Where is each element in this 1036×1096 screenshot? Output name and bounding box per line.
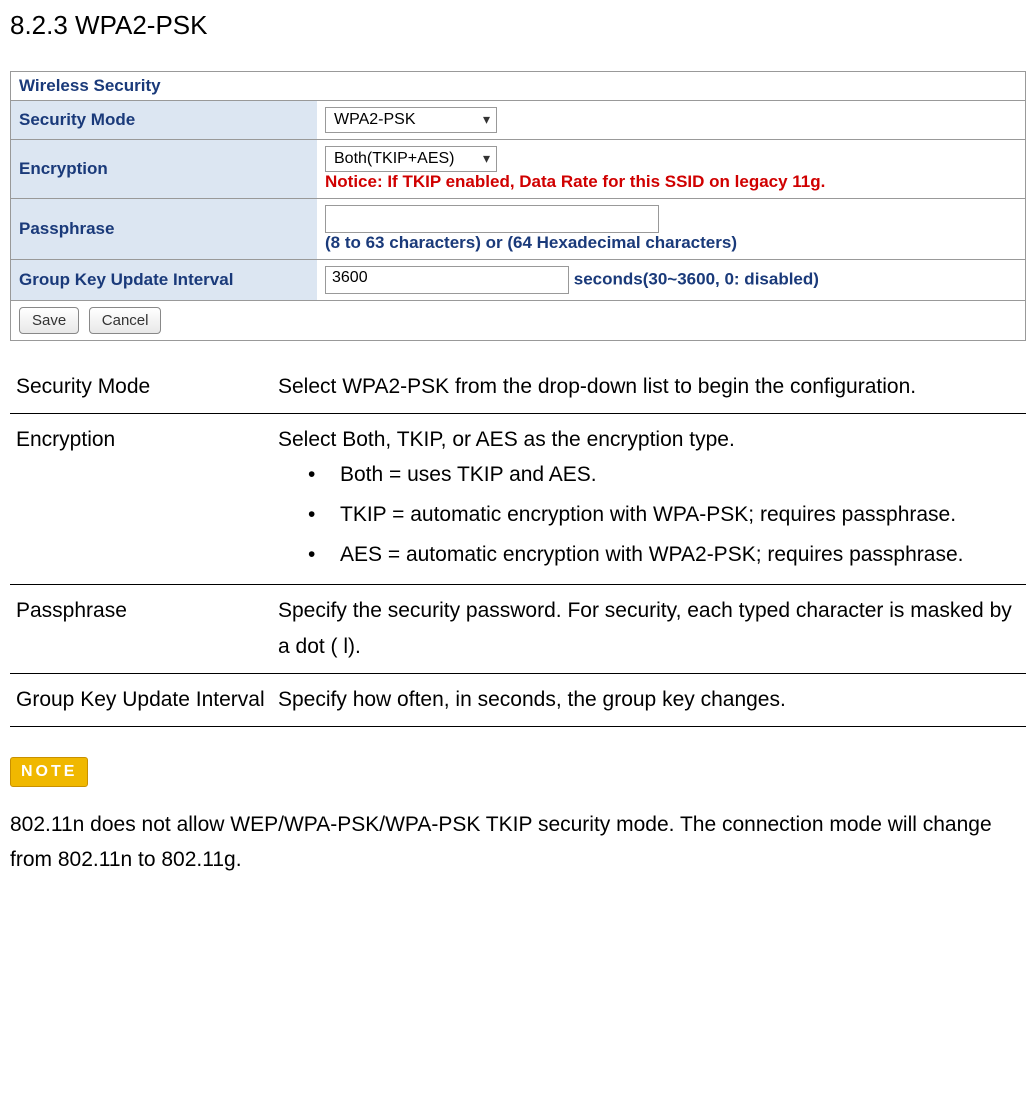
wireless-security-panel: Wireless Security Security Mode WPA2-PSK… [10, 71, 1026, 341]
group-key-suffix: seconds(30~3600, 0: disabled) [574, 269, 819, 288]
encryption-notice: Notice: If TKIP enabled, Data Rate for t… [325, 172, 825, 191]
desc-group-key-term: Group Key Update Interval [10, 673, 272, 726]
desc-group-key-text: Specify how often, in seconds, the group… [272, 673, 1026, 726]
passphrase-label: Passphrase [11, 199, 318, 260]
desc-encryption-list: Both = uses TKIP and AES. TKIP = automat… [278, 457, 1020, 572]
encryption-select[interactable]: Both(TKIP+AES) [325, 146, 497, 172]
list-item: AES = automatic encryption with WPA2-PSK… [278, 537, 1020, 573]
encryption-label: Encryption [11, 140, 318, 199]
note-badge: NOTE [10, 757, 88, 787]
note-text: 802.11n does not allow WEP/WPA-PSK/WPA-P… [10, 807, 1026, 878]
security-mode-label: Security Mode [11, 101, 318, 140]
desc-security-mode-term: Security Mode [10, 361, 272, 413]
save-button[interactable]: Save [19, 307, 79, 334]
cancel-button[interactable]: Cancel [89, 307, 162, 334]
group-key-label: Group Key Update Interval [11, 260, 318, 301]
passphrase-input[interactable] [325, 205, 659, 233]
list-item: TKIP = automatic encryption with WPA-PSK… [278, 497, 1020, 533]
description-table: Security Mode Select WPA2-PSK from the d… [10, 361, 1026, 727]
section-heading: 8.2.3 WPA2-PSK [10, 10, 1026, 41]
panel-title: Wireless Security [11, 72, 1026, 101]
desc-encryption-term: Encryption [10, 413, 272, 585]
list-item: Both = uses TKIP and AES. [278, 457, 1020, 493]
group-key-input[interactable]: 3600 [325, 266, 569, 294]
desc-passphrase-term: Passphrase [10, 585, 272, 673]
desc-encryption-text: Select Both, TKIP, or AES as the encrypt… [272, 413, 1026, 585]
passphrase-help: (8 to 63 characters) or (64 Hexadecimal … [325, 233, 737, 252]
desc-passphrase-text: Specify the security password. For secur… [272, 585, 1026, 673]
desc-encryption-intro: Select Both, TKIP, or AES as the encrypt… [278, 428, 735, 451]
desc-security-mode-text: Select WPA2-PSK from the drop-down list … [272, 361, 1026, 413]
security-mode-select[interactable]: WPA2-PSK [325, 107, 497, 133]
